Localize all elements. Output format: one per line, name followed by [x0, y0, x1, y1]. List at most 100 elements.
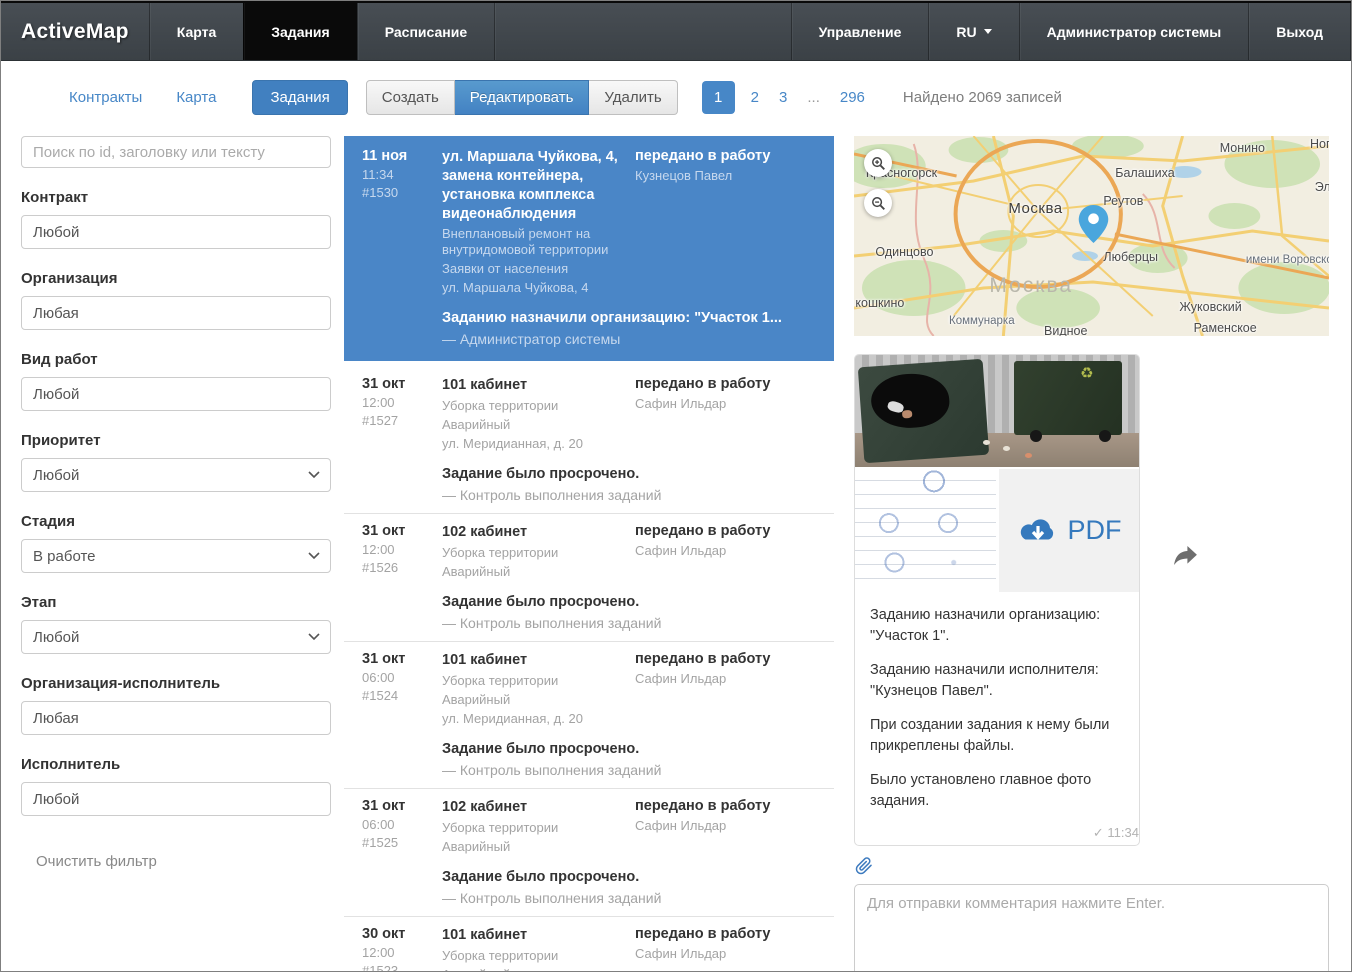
- filter-input[interactable]: [21, 377, 331, 411]
- nav-tabs: Карта Задания Расписание: [149, 3, 494, 60]
- task-time: 06:00: [362, 817, 442, 832]
- task-event-author: — Контроль выполнения заданий: [442, 890, 816, 906]
- breadcrumb-link[interactable]: Контракты: [69, 89, 142, 106]
- comment-input[interactable]: [854, 884, 1329, 971]
- pagination-page[interactable]: 3: [779, 89, 787, 106]
- filter-select-wrap: Любой: [21, 458, 331, 492]
- task-event: Задание было просрочено.: [442, 465, 816, 483]
- task-id: #1530: [362, 185, 442, 200]
- breadcrumb-link[interactable]: Карта: [176, 89, 216, 106]
- history-message: При создании задания к нему были прикреп…: [870, 715, 1124, 757]
- history-message: Было установлено главное фото задания.: [870, 770, 1124, 812]
- task-title: 101 кабинет: [442, 376, 626, 395]
- nav-menu-item[interactable]: Управление: [791, 3, 929, 60]
- attachment-document-thumbnail[interactable]: [855, 469, 996, 592]
- filter-select[interactable]: В работе: [21, 539, 331, 573]
- recycle-icon: ♻: [1080, 366, 1093, 381]
- nav-menu-item[interactable]: Выход: [1248, 3, 1351, 60]
- task-time: 12:00: [362, 395, 442, 410]
- task-list-item[interactable]: 31 окт 06:00 #1524 101 кабинет Уборка те…: [344, 642, 834, 789]
- nav-tab-label: Расписание: [385, 24, 467, 40]
- photo-dumpster-hole: [869, 371, 950, 430]
- nav-tab-label: Карта: [177, 24, 217, 40]
- task-subline: Аварийный: [442, 417, 626, 433]
- task-subline: Уборка территории: [442, 820, 626, 836]
- task-status: передано в работу: [635, 523, 816, 539]
- task-main-column: 101 кабинет Уборка территорииАварийныйул…: [442, 651, 634, 727]
- pagination-page[interactable]: 296: [840, 89, 865, 106]
- task-date: 31 окт: [362, 523, 442, 539]
- action-button[interactable]: Создать: [366, 80, 455, 115]
- filter-label: Приоритет: [21, 432, 331, 449]
- task-subline: Уборка территории: [442, 545, 626, 561]
- task-list: 11 ноя 11:34 #1530 ул. Маршала Чуйкова, …: [344, 133, 834, 971]
- task-main-column: 102 кабинет Уборка территорииАварийный: [442, 523, 634, 580]
- map-zoom-in-button[interactable]: [864, 149, 892, 177]
- toolbar-row: Контракты Карта Задания Создать Редактир…: [1, 61, 1351, 133]
- filter-field: Организация: [21, 270, 331, 330]
- task-id: #1526: [362, 560, 442, 575]
- filter-input[interactable]: [21, 296, 331, 330]
- task-list-item[interactable]: 31 окт 12:00 #1526 102 кабинет Уборка те…: [344, 514, 834, 642]
- task-time: 12:00: [362, 542, 442, 557]
- task-event: Заданию назначили организацию: "Участок …: [442, 309, 816, 327]
- task-subline: Уборка территории: [442, 673, 626, 689]
- task-status: передано в работу: [635, 798, 816, 814]
- toolbar-links: Контракты Карта: [21, 89, 250, 106]
- app-logo[interactable]: ActiveMap: [1, 3, 149, 60]
- app-page: ActiveMap Карта Задания Расписание Управ…: [1, 1, 1351, 971]
- task-main-column: 101 кабинет Уборка территорииАварийныйул…: [442, 376, 634, 452]
- task-assignee: Кузнецов Павел: [635, 168, 816, 183]
- task-list-item[interactable]: 31 окт 06:00 #1525 102 кабинет Уборка те…: [344, 789, 834, 917]
- history-entry-row: ♻: [854, 336, 1329, 846]
- task-status-column: передано в работу Кузнецов Павел: [634, 148, 816, 296]
- nav-menu-item[interactable]: Администратор системы: [1019, 3, 1249, 60]
- task-list-item[interactable]: 11 ноя 11:34 #1530 ул. Маршала Чуйкова, …: [344, 136, 834, 361]
- filter-input[interactable]: [21, 782, 331, 816]
- task-event-block: Задание было просрочено. — Контроль выпо…: [442, 740, 816, 778]
- forward-button[interactable]: [1174, 546, 1197, 565]
- task-status-column: передано в работу Сафин Ильдар: [634, 798, 816, 855]
- map-zoom-out-button[interactable]: [864, 189, 892, 217]
- filter-select-wrap: Любой: [21, 620, 331, 654]
- task-date: 31 окт: [362, 376, 442, 392]
- photo-wheel-decoration: [1099, 430, 1111, 442]
- task-date: 30 окт: [362, 926, 442, 942]
- attachment-pdf-tile[interactable]: PDF: [999, 469, 1139, 592]
- search-input[interactable]: [21, 136, 331, 168]
- view-tasks-button[interactable]: Задания: [252, 80, 347, 115]
- task-date-column: 31 окт 12:00 #1526: [362, 523, 442, 631]
- action-button[interactable]: Удалить: [589, 80, 677, 115]
- task-main-column: 101 кабинет Уборка территорииАварийныйул…: [442, 926, 634, 971]
- filter-field: Контракт: [21, 189, 331, 249]
- task-subline: Уборка территории: [442, 398, 626, 414]
- message-time: 11:34: [1107, 825, 1139, 840]
- action-button[interactable]: Редактировать: [455, 80, 590, 115]
- pagination-page[interactable]: 1: [702, 81, 735, 114]
- clear-filter-link[interactable]: Очистить фильтр: [36, 853, 157, 870]
- filter-select[interactable]: Любой: [21, 458, 331, 492]
- filter-select[interactable]: Любой: [21, 620, 331, 654]
- nav-tab[interactable]: Расписание: [357, 3, 494, 60]
- task-id: #1523: [362, 963, 442, 971]
- nav-tab-label: Задания: [271, 24, 329, 40]
- filter-input[interactable]: [21, 215, 331, 249]
- task-event-author: — Контроль выполнения заданий: [442, 762, 816, 778]
- task-sublines: Уборка территорииАварийный: [442, 820, 626, 855]
- task-photo[interactable]: ♻: [855, 355, 1139, 467]
- filter-field: Исполнитель: [21, 756, 331, 816]
- task-assignee: Сафин Ильдар: [635, 671, 816, 686]
- nav-tab[interactable]: Задания: [243, 3, 356, 60]
- filter-input[interactable]: [21, 701, 331, 735]
- history-message: Заданию назначили организацию: "Участок …: [870, 605, 1124, 647]
- task-list-item[interactable]: 31 окт 12:00 #1527 101 кабинет Уборка те…: [344, 367, 834, 514]
- nav-tab[interactable]: Карта: [149, 3, 244, 60]
- task-actions-group: Создать Редактировать Удалить: [366, 80, 678, 115]
- task-subline: Аварийный: [442, 692, 626, 708]
- map-view[interactable]: КрасногорскМониноНогинскБалашихаЭлектрос…: [854, 136, 1329, 336]
- attach-file-button[interactable]: [855, 857, 873, 875]
- nav-menu-item[interactable]: RU: [928, 3, 1018, 60]
- pagination-page[interactable]: 2: [751, 89, 759, 106]
- nav-menu-label: Администратор системы: [1047, 24, 1222, 40]
- task-list-item[interactable]: 30 окт 12:00 #1523 101 кабинет Уборка те…: [344, 917, 834, 971]
